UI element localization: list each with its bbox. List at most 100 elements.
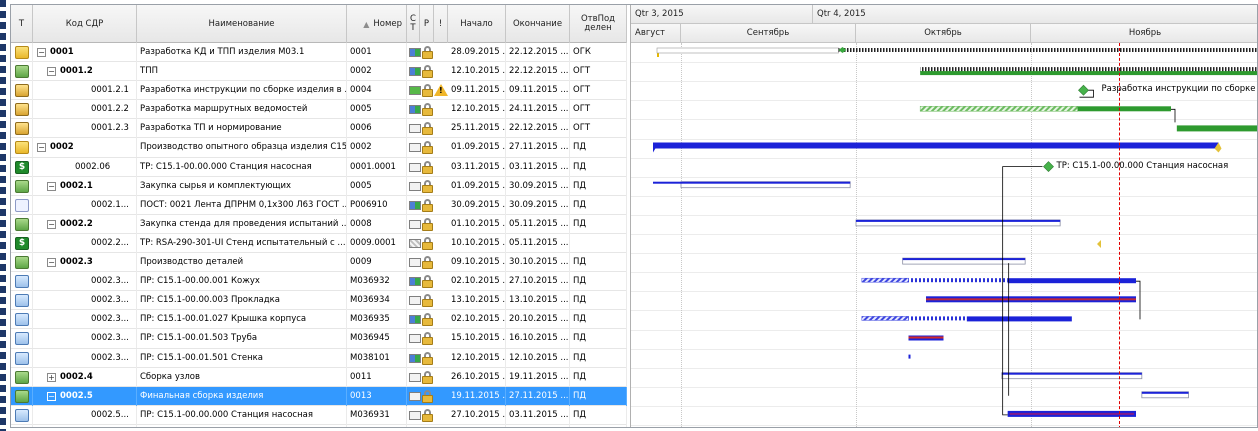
name-cell[interactable]: ПР: С15.1-00.01.024 Прокладка [137,424,347,427]
number-cell[interactable]: 0001.0001 [347,157,407,177]
number-cell[interactable]: 0005 [347,100,407,120]
table-row[interactable]: −0002.2 Закупка стенда для проведения исп… [11,214,627,234]
table-row[interactable]: −0001.2 ТПП 0002 12.10.2015 ... 22.12.2015 .… [11,62,627,82]
finish-date-cell[interactable]: 22.12.2015 ... [506,43,570,62]
finish-date-cell[interactable]: 27.10.2015 ... [506,272,570,292]
task-bar[interactable] [908,316,967,321]
name-cell[interactable]: ПР: С15.1-00.00.003 Прокладка [137,291,347,311]
task-bar[interactable] [1176,125,1258,132]
task-bar[interactable] [908,354,911,359]
table-row[interactable]: ПР: С15.1-00.01.024 ПрокладкаM039323 20.1… [11,424,627,427]
finish-date-cell[interactable]: 27.11.2015 ... [506,138,570,158]
table-row[interactable]: −0002.3 Производство деталей 0009 09.10.201… [11,253,627,273]
finish-date-cell[interactable]: 30.09.2015 ... [506,176,570,196]
code-cell[interactable]: 0001.2.1 [33,81,137,101]
number-cell[interactable]: 0005 [347,176,407,196]
number-cell[interactable]: 0001 [347,43,407,62]
progress-bar[interactable] [926,298,1136,301]
finish-date-cell[interactable]: 20.10.2015 ... [506,424,570,427]
department-cell[interactable]: ОГТ [570,62,627,82]
department-cell[interactable]: ПД [570,405,627,425]
name-cell[interactable]: Закупка стенда для проведения испытаний … [137,214,347,234]
number-cell[interactable]: 0002 [347,138,407,158]
start-date-cell[interactable]: 30.09.2015 ... [448,195,506,215]
task-bar[interactable] [861,316,909,321]
finish-date-cell[interactable]: 30.09.2015 ... [506,195,570,215]
number-cell[interactable]: 0013 [347,386,407,406]
code-cell[interactable]: 0002.3... [33,291,137,311]
column-header-name[interactable]: Наименование [137,5,347,43]
task-bar[interactable] [1007,278,1136,284]
start-date-cell[interactable]: 12.10.2015 ... [448,100,506,120]
collapse-toggle-icon[interactable]: − [47,391,56,401]
number-cell[interactable]: M036934 [347,291,407,311]
start-date-cell[interactable]: 09.11.2015 ... [448,81,506,101]
collapse-toggle-icon[interactable]: − [47,181,56,191]
outline-bar-top[interactable] [653,181,681,184]
name-cell[interactable]: Финальная сборка изделия [137,386,347,406]
number-cell[interactable]: 0006 [347,119,407,139]
number-cell[interactable]: 0004 [347,81,407,101]
number-cell[interactable]: 0009.0001 [347,233,407,253]
code-cell[interactable]: −0002.3 [33,253,137,273]
finish-date-cell[interactable]: 13.10.2015 ... [506,291,570,311]
summary-bar[interactable] [653,142,1219,149]
finish-date-cell[interactable]: 09.11.2015 ... [506,81,570,101]
finish-date-cell[interactable]: 03.11.2015 ... [506,157,570,177]
table-row[interactable]: 0001.2.1 Разработка инструкции по сборке … [11,81,627,101]
table-row[interactable]: 0002.1... ПОСТ: 0021 Лента ДПРНМ 0,1х300 … [11,195,627,215]
table-row[interactable]: 0001.2.3 Разработка ТП и нормирование 0006… [11,119,627,139]
code-cell[interactable]: 0002.2... [33,233,137,253]
finish-date-cell[interactable]: 19.11.2015 ... [506,367,570,387]
start-date-cell[interactable]: 26.10.2015 ... [448,367,506,387]
start-date-cell[interactable]: 28.09.2015 ... [448,43,506,62]
collapse-toggle-icon[interactable]: − [37,143,46,153]
name-cell[interactable]: ПР: С15.1-00.00.000 Станция насосная [137,405,347,425]
department-cell[interactable]: ПД [570,253,627,273]
code-cell[interactable]: +0002.4 [33,367,137,387]
name-cell[interactable]: Разработка маршрутных ведомостей [137,100,347,120]
collapse-toggle-icon[interactable]: − [47,219,56,229]
outline-bar-top[interactable] [681,181,851,184]
number-cell[interactable]: M038101 [347,348,407,368]
table-row[interactable]: −0002.5 Финальная сборка изделия 0013 19.11… [11,386,627,406]
milestone-marker[interactable] [1097,240,1101,248]
outline-bar-top[interactable] [1001,372,1142,375]
name-cell[interactable]: ПОСТ: 0021 Лента ДПРНМ 0,1х300 Л63 ГОСТ … [137,195,347,215]
finish-date-cell[interactable]: 27.11.2015 ... [506,386,570,406]
department-cell[interactable]: ОГТ [570,81,627,101]
finish-date-cell[interactable]: 16.10.2015 ... [506,329,570,349]
start-date-cell[interactable]: 19.11.2015 ... [448,386,506,406]
column-header-type[interactable]: Т [11,5,33,43]
department-cell[interactable]: ПД [570,367,627,387]
collapse-toggle-icon[interactable]: − [37,48,46,57]
start-date-cell[interactable]: 12.10.2015 ... [448,348,506,368]
number-cell[interactable]: 0009 [347,253,407,273]
table-row[interactable]: 0002.5... ПР: С15.1-00.00.000 Станция нас… [11,405,627,425]
milestone-marker[interactable] [1043,161,1054,173]
task-bar[interactable] [1077,106,1171,112]
department-cell[interactable]: ПД [570,214,627,234]
department-cell[interactable]: ПД [570,138,627,158]
code-cell[interactable]: 0002.5... [33,405,137,425]
department-cell[interactable]: ОГТ [570,119,627,139]
column-header-department[interactable]: ОтвПод делен [570,5,627,43]
code-cell[interactable]: 0002.3... [33,329,137,349]
start-date-cell[interactable]: 01.09.2015 ... [448,176,506,196]
finish-date-cell[interactable]: 22.12.2015 ... [506,119,570,139]
number-cell[interactable]: 0011 [347,367,407,387]
start-date-cell[interactable]: 13.10.2015 ... [448,291,506,311]
table-row[interactable]: 0002.3... ПР: С15.1-00.01.501 Стенка M0381… [11,348,627,368]
table-row[interactable]: −0002 Производство опытного образца издел… [11,138,627,158]
finish-date-cell[interactable]: 20.10.2015 ... [506,310,570,330]
department-cell[interactable]: ПД [570,195,627,215]
collapse-toggle-icon[interactable]: − [47,258,56,268]
column-header-status-c[interactable]: С Т [407,5,420,43]
outline-bar-top[interactable] [856,219,1061,222]
code-cell[interactable]: 0001.2.2 [33,100,137,120]
table-row[interactable]: 0001.2.2 Разработка маршрутных ведомостей… [11,100,627,120]
finish-date-cell[interactable]: 24.11.2015 ... [506,100,570,120]
outline-bar-top[interactable] [902,258,1026,261]
column-header-status-r[interactable]: Р [420,5,434,43]
collapse-toggle-icon[interactable]: − [47,67,56,77]
